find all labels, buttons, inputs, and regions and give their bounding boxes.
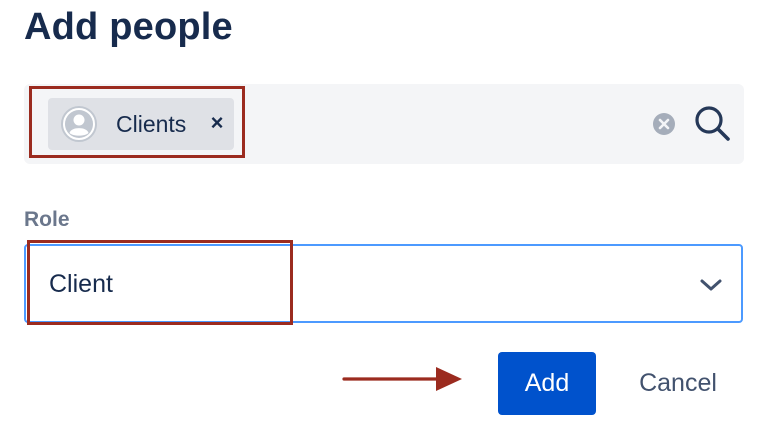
dialog-title: Add people <box>24 6 233 48</box>
search-icon[interactable] <box>693 104 731 142</box>
remove-chip-button[interactable]: × <box>206 109 228 137</box>
user-avatar-icon <box>61 106 97 142</box>
add-button[interactable]: Add <box>498 352 596 415</box>
chip-label: Clients <box>116 111 187 137</box>
clear-icon[interactable] <box>652 112 676 136</box>
role-label: Role <box>24 208 70 231</box>
annotation-arrow-icon <box>340 362 466 396</box>
people-search-field[interactable]: Clients × <box>24 84 744 164</box>
cancel-button[interactable]: Cancel <box>620 352 736 415</box>
add-people-dialog: Add people Clients × Role Client Add Can… <box>0 0 766 444</box>
role-selected-value: Client <box>49 270 113 298</box>
selected-chip-clients: Clients × <box>48 98 234 150</box>
chevron-down-icon <box>698 272 724 298</box>
role-select[interactable]: Client <box>24 244 743 323</box>
